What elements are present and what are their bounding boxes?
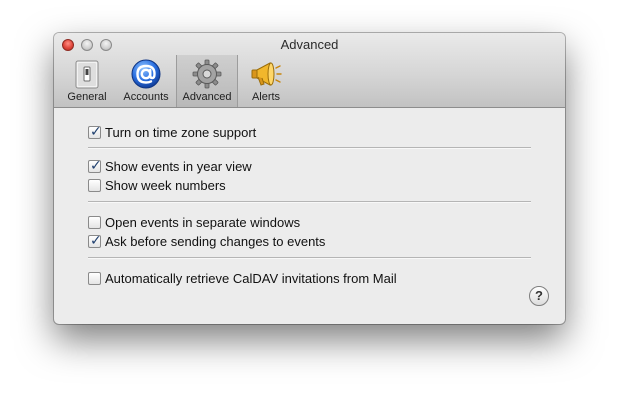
option-label: Ask before sending changes to events bbox=[105, 233, 326, 249]
option-label: Turn on time zone support bbox=[105, 124, 257, 140]
option-label: Automatically retrieve CalDAV invitation… bbox=[105, 270, 397, 286]
checkmark-icon: ✓ bbox=[90, 122, 102, 139]
separator bbox=[88, 147, 531, 149]
switch-icon bbox=[75, 60, 99, 89]
tab-general[interactable]: General bbox=[62, 55, 112, 107]
tab-alerts[interactable]: Alerts bbox=[241, 55, 291, 107]
preferences-window: Advanced General Accounts Advanced Alert… bbox=[54, 33, 565, 324]
option-time-zone-support[interactable]: ✓ Turn on time zone support bbox=[88, 122, 257, 140]
title-bar: Advanced General Accounts Advanced Alert… bbox=[54, 33, 565, 108]
option-separate-windows[interactable]: Open events in separate windows bbox=[88, 214, 300, 230]
gear-icon bbox=[192, 59, 222, 89]
checkbox-week-numbers[interactable] bbox=[88, 178, 101, 192]
separator bbox=[88, 201, 531, 203]
checkbox-separate-windows[interactable] bbox=[88, 215, 101, 229]
advanced-pane: ✓ Turn on time zone support ✓ Show event… bbox=[54, 108, 565, 324]
option-ask-before-sending[interactable]: ✓ Ask before sending changes to events bbox=[88, 231, 326, 249]
at-sign-icon bbox=[131, 59, 161, 89]
option-label: Show events in year view bbox=[105, 158, 252, 174]
option-caldav-invitations[interactable]: Automatically retrieve CalDAV invitation… bbox=[88, 270, 397, 286]
checkbox-ask-before-sending[interactable]: ✓ bbox=[88, 231, 102, 248]
tab-label-advanced: Advanced bbox=[182, 91, 232, 103]
option-week-numbers[interactable]: Show week numbers bbox=[88, 177, 226, 193]
tab-label-alerts: Alerts bbox=[251, 91, 281, 103]
megaphone-icon bbox=[251, 62, 282, 86]
separator bbox=[88, 257, 531, 259]
checkbox-caldav-invitations[interactable] bbox=[88, 271, 101, 285]
tab-accounts[interactable]: Accounts bbox=[117, 55, 175, 107]
checkmark-icon: ✓ bbox=[90, 156, 102, 173]
window-title: Advanced bbox=[280, 37, 339, 52]
option-year-view[interactable]: ✓ Show events in year view bbox=[88, 156, 252, 174]
option-label: Open events in separate windows bbox=[105, 214, 301, 230]
checkbox-time-zone-support[interactable]: ✓ bbox=[88, 122, 102, 139]
checkbox-year-view[interactable]: ✓ bbox=[88, 156, 102, 173]
help-button[interactable]: ? bbox=[529, 286, 549, 306]
tab-label-general: General bbox=[67, 91, 107, 103]
tab-advanced[interactable]: Advanced bbox=[176, 55, 238, 107]
option-label: Show week numbers bbox=[105, 177, 226, 193]
tab-label-accounts: Accounts bbox=[123, 91, 169, 103]
checkmark-icon: ✓ bbox=[90, 231, 102, 248]
